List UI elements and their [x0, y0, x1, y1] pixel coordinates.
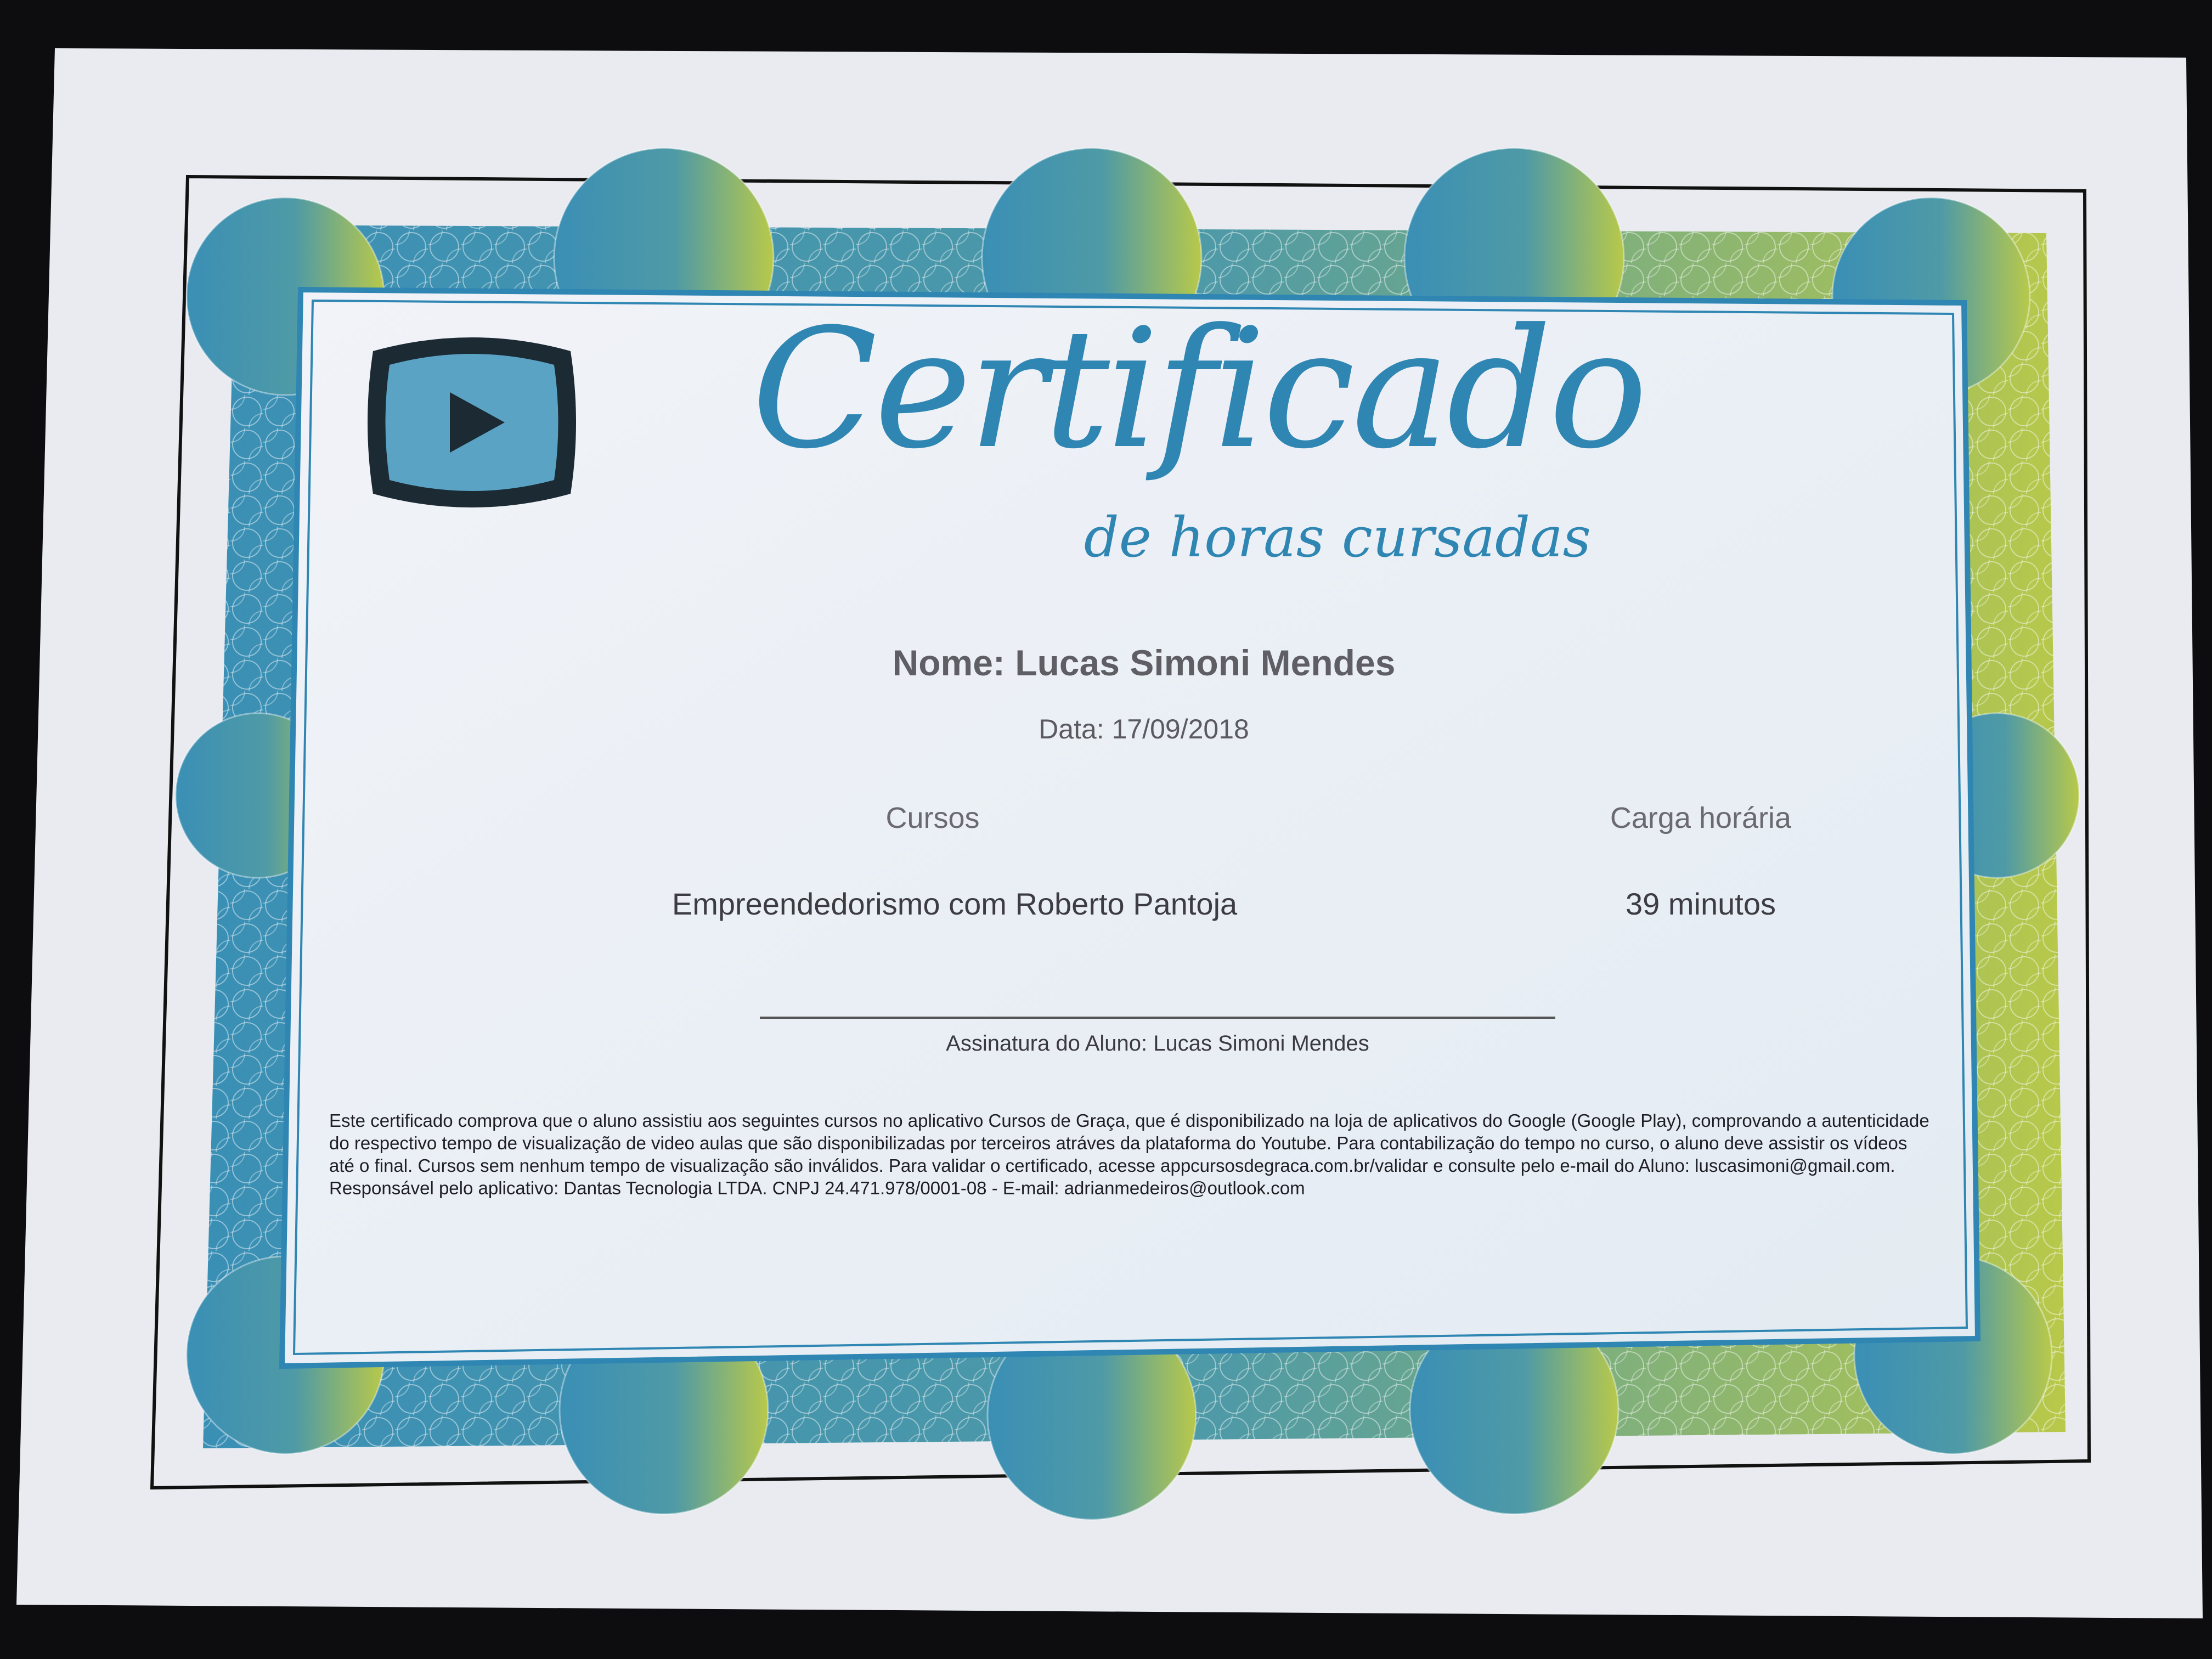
course-hours: 39 minutos	[1626, 887, 1776, 921]
legal-notice: Este certificado comprova que o aluno as…	[329, 1109, 1937, 1199]
certificate-date: Data: 17/09/2018	[1039, 714, 1249, 744]
student-name: Nome: Lucas Simoni Mendes	[892, 642, 1396, 683]
signature-caption: Assinatura do Aluno: Lucas Simoni Mendes	[946, 1031, 1369, 1056]
certificate-subtitle: de horas cursadas	[1084, 505, 1591, 569]
signature-line	[760, 1017, 1555, 1019]
hours-header: Carga horária	[1610, 802, 1792, 834]
responsible-text: Responsável pelo aplicativo: Dantas Tecn…	[329, 1178, 1305, 1198]
legal-text: Este certificado comprova que o aluno as…	[329, 1110, 1929, 1176]
certificate-title: Certificado	[752, 294, 1648, 485]
course-name: Empreendedorismo com Roberto Pantoja	[672, 887, 1238, 921]
courses-header: Cursos	[885, 802, 980, 834]
